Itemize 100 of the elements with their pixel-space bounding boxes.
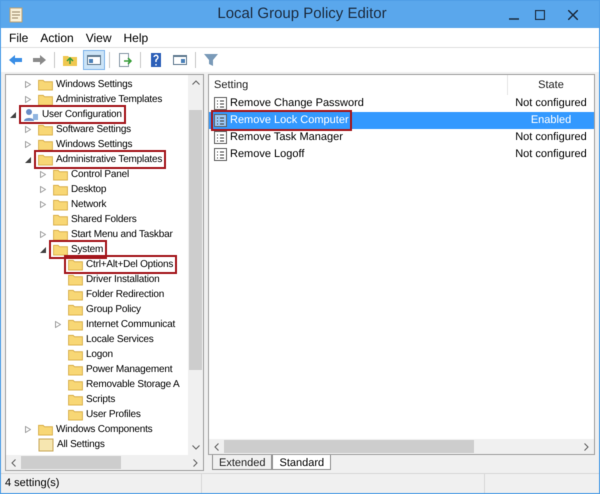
view-tab[interactable]: Extended bbox=[212, 455, 272, 470]
scroll-up-icon[interactable] bbox=[192, 80, 200, 85]
folder-icon bbox=[68, 364, 83, 376]
folder-icon bbox=[53, 214, 68, 226]
tree-item[interactable]: User Configuration bbox=[21, 107, 124, 122]
tree-item[interactable]: Folder Redirection bbox=[66, 287, 166, 302]
folder-icon bbox=[68, 378, 83, 390]
folder-icon bbox=[68, 288, 83, 300]
folder-icon bbox=[53, 184, 68, 196]
setting-state: Not configured bbox=[514, 147, 588, 162]
folder-icon bbox=[68, 258, 83, 270]
close-icon bbox=[568, 10, 578, 20]
menu-item[interactable]: View bbox=[80, 28, 116, 46]
policy-icon bbox=[214, 97, 227, 110]
collapse-triangle-icon[interactable] bbox=[40, 246, 46, 253]
setting-row[interactable]: Remove Task Manager Not configured bbox=[209, 129, 594, 146]
scroll-right-icon[interactable] bbox=[193, 458, 198, 466]
setting-state: Not configured bbox=[514, 130, 588, 146]
folder-icon bbox=[68, 348, 83, 360]
setting-state: Enabled bbox=[530, 113, 572, 128]
setting-name: Remove Logoff bbox=[230, 147, 304, 162]
window-title: Local Group Policy Editor bbox=[216, 4, 388, 24]
tree-item[interactable]: Shared Folders bbox=[51, 212, 139, 227]
tree-item[interactable]: Scripts bbox=[66, 392, 118, 407]
scroll-left-icon[interactable] bbox=[214, 442, 219, 450]
help-icon bbox=[148, 52, 164, 68]
folder-icon bbox=[68, 408, 83, 420]
folder-icon bbox=[68, 274, 83, 286]
expand-triangle-icon[interactable] bbox=[40, 186, 46, 193]
expand-triangle-icon[interactable] bbox=[40, 171, 46, 178]
scrollbar-thumb[interactable] bbox=[224, 440, 474, 453]
expand-triangle-icon[interactable] bbox=[25, 141, 31, 148]
folder-icon bbox=[38, 94, 53, 106]
policy-icon bbox=[214, 131, 227, 144]
scrollbar-thumb[interactable] bbox=[21, 456, 121, 469]
tree-item[interactable]: Logon bbox=[66, 347, 115, 362]
expand-triangle-icon[interactable] bbox=[40, 231, 46, 238]
forward-arrow-icon bbox=[31, 52, 47, 68]
minimize-icon bbox=[509, 18, 519, 20]
maximize-icon bbox=[535, 10, 545, 20]
tree-item[interactable]: Control Panel bbox=[51, 167, 131, 182]
view-tab[interactable]: Standard bbox=[272, 455, 332, 470]
folder-icon bbox=[38, 78, 53, 90]
tree-item[interactable]: Windows Settings bbox=[36, 77, 134, 92]
column-header[interactable]: Setting bbox=[209, 75, 508, 95]
toolbar-button[interactable] bbox=[83, 50, 105, 70]
tree-item[interactable]: Ctrl+Alt+Del Options bbox=[66, 257, 176, 272]
tree-item[interactable]: Power Management bbox=[66, 362, 174, 377]
setting-row[interactable]: Remove Logoff Not configured bbox=[209, 146, 594, 163]
tree-item[interactable]: Internet Communicat bbox=[66, 317, 178, 332]
folder-icon bbox=[53, 244, 68, 256]
setting-name: Remove Change Password bbox=[230, 96, 364, 112]
expand-triangle-icon[interactable] bbox=[25, 81, 31, 88]
tree-item[interactable]: Removable Storage A bbox=[66, 377, 182, 392]
scroll-left-icon[interactable] bbox=[11, 458, 16, 466]
settings-icon bbox=[38, 438, 54, 452]
tree-item[interactable]: Locale Services bbox=[66, 332, 156, 347]
status-text: 4 setting(s) bbox=[4, 476, 60, 492]
tree-item[interactable]: Windows Settings bbox=[36, 137, 134, 152]
tree-item[interactable]: User Profiles bbox=[66, 407, 143, 422]
filter-icon bbox=[203, 52, 219, 68]
tree-item[interactable]: Administrative Templates bbox=[36, 152, 164, 167]
export-list-icon bbox=[117, 52, 133, 68]
folder-icon bbox=[38, 124, 53, 136]
expand-triangle-icon[interactable] bbox=[25, 96, 31, 103]
menu-item[interactable]: Action bbox=[35, 28, 79, 46]
scrollbar-thumb[interactable] bbox=[189, 110, 202, 370]
tree-item[interactable]: Software Settings bbox=[36, 122, 133, 137]
tree-item[interactable]: Administrative Templates bbox=[36, 92, 164, 107]
tree-item[interactable]: Desktop bbox=[51, 182, 108, 197]
expand-triangle-icon[interactable] bbox=[25, 126, 31, 133]
scroll-right-icon[interactable] bbox=[584, 442, 589, 450]
collapse-triangle-icon[interactable] bbox=[10, 111, 16, 118]
tree-item[interactable]: Start Menu and Taskbar bbox=[51, 227, 175, 242]
app-icon bbox=[9, 6, 23, 22]
tree-item[interactable]: System bbox=[51, 242, 106, 257]
tree-item[interactable]: Driver Installation bbox=[66, 272, 162, 287]
setting-state: Not configured bbox=[514, 96, 588, 112]
setting-row[interactable]: Remove Change Password Not configured bbox=[209, 95, 594, 112]
collapse-triangle-icon[interactable] bbox=[25, 156, 31, 163]
expand-triangle-icon[interactable] bbox=[25, 426, 31, 433]
folder-icon bbox=[38, 138, 53, 150]
policy-icon bbox=[214, 114, 227, 127]
tree-item[interactable]: Windows Components bbox=[36, 422, 154, 437]
folder-icon bbox=[68, 394, 83, 406]
menu-item[interactable]: Help bbox=[118, 28, 154, 46]
menu-item[interactable]: File bbox=[4, 28, 34, 46]
tree-item[interactable]: All Settings bbox=[36, 437, 107, 452]
folder-icon bbox=[38, 154, 53, 166]
setting-name: Remove Lock Computer bbox=[230, 113, 349, 128]
folder-icon bbox=[68, 304, 83, 316]
folder-icon bbox=[68, 318, 83, 330]
column-header[interactable]: State bbox=[508, 75, 594, 95]
folder-icon bbox=[53, 168, 68, 180]
expand-triangle-icon[interactable] bbox=[40, 201, 46, 208]
tree-item[interactable]: Network bbox=[51, 197, 108, 212]
scroll-down-icon[interactable] bbox=[192, 445, 200, 450]
setting-name: Remove Task Manager bbox=[230, 130, 343, 146]
tree-item[interactable]: Group Policy bbox=[66, 302, 143, 317]
expand-triangle-icon[interactable] bbox=[55, 321, 61, 328]
